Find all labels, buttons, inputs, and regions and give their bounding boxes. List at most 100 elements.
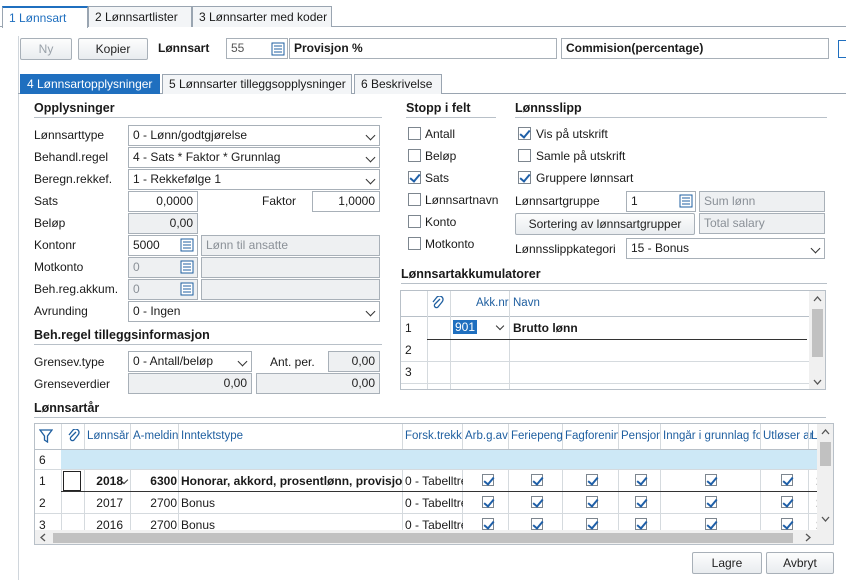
row-selector[interactable]	[63, 471, 81, 491]
lookup-icon[interactable]	[271, 42, 285, 56]
side-panel-toggle[interactable]	[838, 40, 846, 58]
gruppere-checkbox[interactable]	[518, 171, 531, 184]
horizontal-scrollbar[interactable]	[35, 530, 817, 544]
lookup-icon[interactable]	[679, 194, 693, 208]
tab-lonnsarter-med-koder[interactable]: 3 Lønnsarter med koder	[192, 6, 332, 27]
col-header[interactable]: Pensjon	[621, 430, 661, 442]
vis-checkbox[interactable]	[518, 127, 531, 140]
col-header[interactable]: Fagforenin	[565, 430, 619, 442]
behandl-select[interactable]: 4 - Sats * Faktor * Grunnlag	[128, 147, 380, 168]
grid-checkbox[interactable]	[781, 496, 793, 508]
grid-checkbox[interactable]	[635, 496, 647, 508]
sats-field[interactable]: 0,0000	[128, 191, 198, 212]
grid-col-line	[178, 424, 179, 530]
akk-nr-cell[interactable]: 901	[453, 320, 478, 334]
col-header[interactable]: Arb.g.av	[465, 430, 509, 442]
stopp-checkbox[interactable]	[408, 193, 421, 206]
filter-row[interactable]	[61, 450, 817, 469]
chevron-up-icon[interactable]	[813, 296, 822, 302]
grid-checkbox[interactable]	[586, 496, 598, 508]
col-header[interactable]: Inntektstype	[181, 430, 403, 442]
lookup-icon[interactable]	[180, 282, 194, 296]
col-header[interactable]: Lønnsår	[87, 430, 129, 442]
sortering-button[interactable]: Sortering av lønnsartgrupper	[515, 213, 695, 235]
kategori-select[interactable]: 15 - Bonus	[626, 238, 825, 259]
chevron-down-icon[interactable]	[813, 379, 822, 385]
scrollbar-thumb[interactable]	[820, 442, 831, 466]
col-header[interactable]: Feriepenge	[511, 430, 563, 442]
grid-row-line	[427, 339, 807, 340]
chevron-left-icon[interactable]	[40, 533, 46, 542]
faktor-label: Faktor	[262, 194, 297, 208]
tab-lonnsartopplysninger[interactable]: 4 Lønnsartopplysninger	[20, 74, 160, 94]
chevron-down-icon[interactable]	[495, 321, 505, 331]
select-value: 4 - Sats * Faktor * Grunnlag	[133, 150, 281, 164]
lookup-icon[interactable]	[180, 238, 194, 252]
grid-checkbox[interactable]	[705, 518, 717, 530]
grid-checkbox[interactable]	[531, 474, 543, 486]
scrollbar[interactable]	[809, 291, 825, 389]
attachment-icon[interactable]	[67, 429, 81, 443]
grid-row-line	[35, 513, 817, 514]
grid-col-line	[660, 424, 661, 530]
row-number: 4	[405, 387, 412, 389]
tab-lonnsart[interactable]: 1 Lønnsart	[2, 6, 88, 28]
stopp-checkbox[interactable]	[408, 215, 421, 228]
grid-checkbox[interactable]	[531, 518, 543, 530]
grensev-select[interactable]: 0 - Antall/beløp	[128, 351, 252, 372]
filter-icon[interactable]	[39, 429, 53, 443]
lonnsart-name-field[interactable]: Provisjon %	[289, 38, 557, 59]
avrunding-select[interactable]: 0 - Ingen	[128, 301, 380, 322]
copy-button[interactable]: Kopier	[78, 38, 148, 60]
grid-checkbox[interactable]	[482, 474, 494, 486]
chevron-up-icon[interactable]	[821, 429, 830, 435]
stopp-checkbox[interactable]	[408, 127, 421, 140]
col-header-navn[interactable]: Navn	[513, 297, 540, 309]
save-button[interactable]: Lagre	[692, 552, 762, 574]
grid-checkbox[interactable]	[635, 474, 647, 486]
tab-beskrivelse[interactable]: 6 Beskrivelse	[354, 74, 442, 94]
beregn-select[interactable]: 1 - Rekkefølge 1	[128, 169, 380, 190]
samle-checkbox[interactable]	[518, 149, 531, 162]
grid-checkbox[interactable]	[482, 496, 494, 508]
grid-checkbox[interactable]	[482, 518, 494, 530]
tab-lonnsartlister[interactable]: 2 Lønnsartlister	[88, 6, 192, 27]
stopp-checkbox-label: Lønnsartnavn	[425, 193, 499, 207]
chevron-down-icon[interactable]	[821, 516, 830, 522]
stopp-checkbox[interactable]	[408, 149, 421, 162]
cancel-button[interactable]: Avbryt	[766, 552, 834, 574]
stopp-checkbox-label: Konto	[425, 215, 457, 229]
grid-checkbox[interactable]	[635, 518, 647, 530]
grid-checkbox[interactable]	[586, 474, 598, 486]
grid-checkbox[interactable]	[781, 518, 793, 530]
lonnsart-name-en-field[interactable]: Commision(percentage)	[561, 38, 829, 59]
grid-checkbox[interactable]	[705, 474, 717, 486]
col-header-akk[interactable]: Akk.nr	[476, 297, 509, 309]
stopp-checkbox[interactable]	[408, 171, 421, 184]
scrollbar-thumb[interactable]	[812, 309, 823, 357]
stopp-checkbox[interactable]	[408, 237, 421, 250]
grid-checkbox[interactable]	[586, 518, 598, 530]
tab-tilleggsopplysninger[interactable]: 5 Lønnsarter tilleggsopplysninger	[162, 74, 352, 94]
vis-label: Vis på utskrift	[536, 127, 608, 141]
grid-row-line	[61, 491, 817, 492]
new-button[interactable]: Ny	[20, 38, 72, 60]
tab-label: 2 Lønnsartlister	[95, 10, 178, 24]
col-header[interactable]: Inngår i grunnlag for	[663, 430, 761, 442]
lonnsarttype-select[interactable]: 0 - Lønn/godtgjørelse	[128, 125, 380, 146]
grid-checkbox[interactable]	[531, 496, 543, 508]
grid-checkbox[interactable]	[705, 496, 717, 508]
chevron-right-icon[interactable]	[805, 533, 811, 542]
faktor-field[interactable]: 1,0000	[312, 191, 380, 212]
grid-checkbox[interactable]	[781, 474, 793, 486]
scrollbar[interactable]	[817, 424, 833, 544]
stopp-checkbox-label: Beløp	[425, 149, 457, 163]
inntektstype-cell: Honorar, akkord, prosentlønn, provisjon	[181, 474, 403, 488]
col-header[interactable]: Forsk.trekk	[405, 430, 463, 442]
attachment-icon[interactable]	[431, 296, 445, 310]
chevron-down-icon	[237, 356, 248, 367]
col-header[interactable]: A-meldin	[133, 430, 179, 442]
scrollbar-thumb[interactable]	[53, 533, 793, 543]
lookup-icon[interactable]	[180, 260, 194, 274]
lonnsart-label: Lønnsart	[158, 41, 210, 55]
